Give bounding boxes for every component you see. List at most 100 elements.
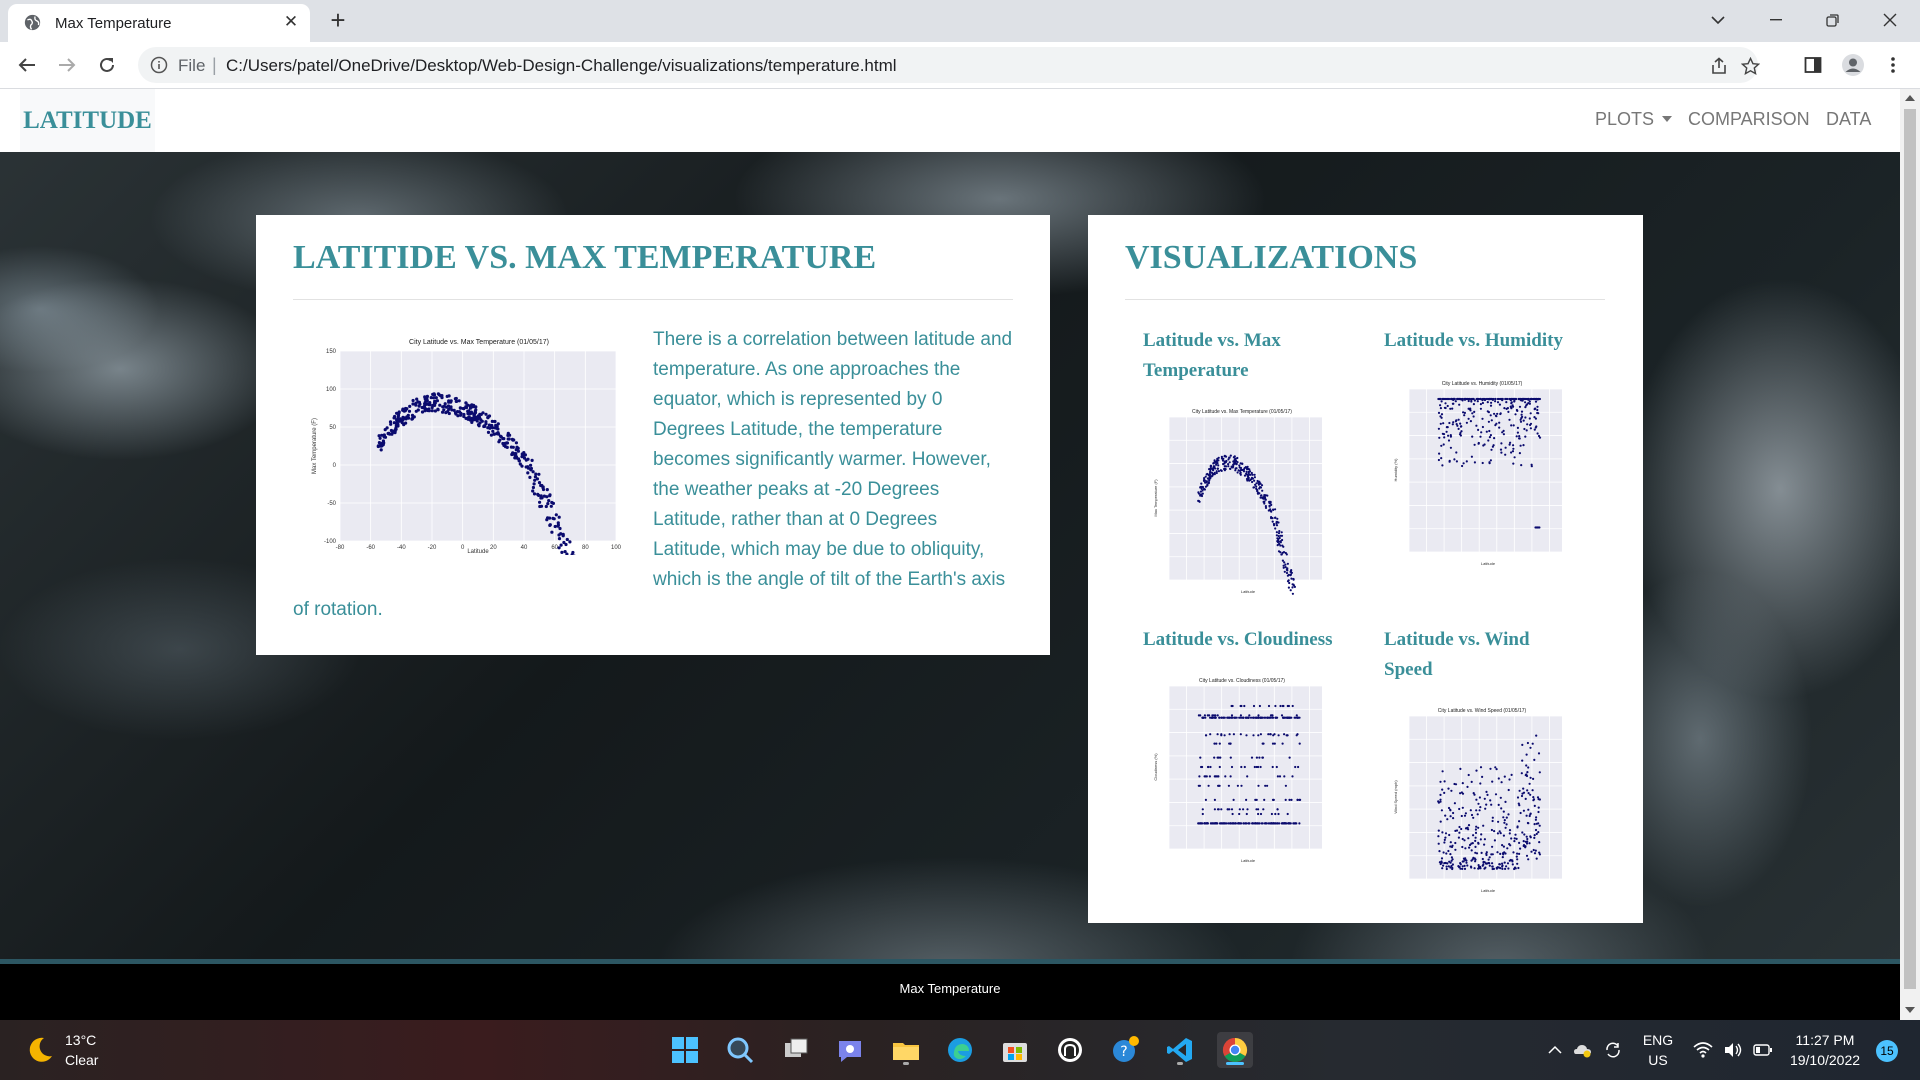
scatter-point [1216,808,1220,811]
scatter-point [1242,468,1245,471]
battery-icon[interactable] [1753,1040,1773,1060]
teams-chat-icon[interactable] [832,1032,868,1068]
scatter-point [1276,716,1279,719]
clock-time[interactable]: 11:27 PM [1780,1032,1870,1048]
region-indicator[interactable]: US [1641,1052,1675,1068]
url-text[interactable]: C:/Users/patel/OneDrive/Desktop/Web-Desi… [226,56,897,76]
scrollbar-thumb[interactable] [1904,109,1916,989]
chrome-icon[interactable] [1217,1032,1253,1068]
thumb-plot-wind-speed[interactable]: City Latitude vs. Wind Speed (01/05/17) … [1392,705,1562,895]
language-indicator[interactable]: ENG [1641,1032,1675,1048]
profile-avatar-icon[interactable] [1840,52,1866,78]
scatter-point [1445,852,1448,855]
file-explorer-icon[interactable] [888,1032,924,1068]
scatter-point [1245,477,1249,481]
search-icon[interactable] [722,1032,758,1068]
scatter-point [1447,434,1450,437]
bookmark-star-icon[interactable] [1739,55,1761,77]
reload-icon[interactable] [92,50,122,80]
scatter-point [1510,424,1513,427]
github-desktop-icon[interactable] [1052,1032,1088,1068]
scatter-point [1471,858,1474,861]
scatter-point [1519,444,1522,447]
thumb-plot-title: City Latitude vs. Wind Speed (01/05/17) [1438,708,1527,714]
forward-arrow-icon[interactable] [52,50,82,80]
scatter-point [1504,852,1507,855]
show-hidden-icons-chevron-icon[interactable] [1545,1040,1565,1060]
wifi-icon[interactable] [1693,1040,1713,1060]
share-icon[interactable] [1708,55,1730,77]
edge-icon[interactable] [942,1032,978,1068]
scatter-point [1250,756,1254,759]
volume-icon[interactable] [1723,1040,1743,1060]
scatter-point [1488,856,1491,859]
menu-dots-icon[interactable] [1880,52,1906,78]
scatter-point [1503,819,1506,822]
scatter-point [1264,498,1267,501]
microsoft-store-icon[interactable] [997,1032,1033,1068]
scatter-point [1286,812,1289,816]
thumb-title-wind-speed[interactable]: Latitude vs. Wind Speed [1384,625,1564,685]
thumb-title-humidity[interactable]: Latitude vs. Humidity [1384,326,1604,356]
weather-temperature[interactable]: 13°C [65,1032,96,1048]
scatter-point [1514,413,1517,416]
caret-down-icon [1662,116,1673,122]
back-arrow-icon[interactable] [12,50,42,80]
notification-count-badge[interactable]: 15 [1876,1040,1898,1062]
scatter-point [1438,452,1441,455]
moon-weather-icon[interactable] [24,1034,56,1066]
new-tab-button[interactable]: + [324,7,352,35]
weather-condition[interactable]: Clear [65,1052,98,1068]
navbar-brand[interactable]: LATITUDE [20,89,155,152]
close-window-icon[interactable] [1876,8,1904,32]
scatter-point [1252,704,1256,708]
scatter-point [1477,841,1480,844]
scatter-point [1496,851,1499,854]
scatter-point [1220,734,1223,737]
tab-search-icon[interactable] [1704,8,1732,32]
scatter-point [1229,467,1232,470]
onedrive-icon[interactable] [1573,1040,1593,1060]
nav-data-link[interactable]: DATA [1826,109,1871,130]
side-panel-icon[interactable] [1800,52,1826,78]
scatter-point [1471,435,1474,438]
vscode-icon[interactable] [1162,1032,1198,1068]
thumb-plot-cloudiness[interactable]: City Latitude vs. Cloudiness (01/05/17) … [1152,675,1322,865]
scatter-point [1444,402,1447,405]
minimize-icon[interactable] [1762,8,1790,32]
scatter-point [1469,865,1473,868]
tab-close-icon[interactable]: ✕ [280,11,302,33]
page-scrollbar[interactable] [1900,89,1920,1020]
scatter-point [1504,867,1507,870]
scatter-point [1450,859,1453,862]
info-icon[interactable] [150,56,168,74]
browser-tab[interactable]: Max Temperature ✕ [8,4,310,42]
scatter-point [1236,784,1239,787]
nav-comparison-link[interactable]: COMPARISON [1688,109,1810,130]
scroll-down-arrow-icon[interactable] [1905,1007,1915,1013]
scatter-point [1530,465,1533,468]
thumb-plot-humidity[interactable]: City Latitude vs. Humidity (01/05/17) La… [1392,378,1562,568]
scatter-point [1439,793,1442,796]
clock-date[interactable]: 19/10/2022 [1780,1052,1870,1068]
thumb-plot-max-temp[interactable]: City Latitude vs. Max Temperature (01/05… [1152,406,1322,596]
scroll-up-arrow-icon[interactable] [1905,95,1915,101]
scatter-point [1467,837,1470,840]
scatter-point [1275,521,1278,524]
scatter-point [1269,500,1272,503]
task-view-icon[interactable] [778,1032,814,1068]
get-help-icon[interactable]: ? [1107,1032,1143,1068]
scatter-point [1536,405,1539,408]
scatter-point [1499,412,1502,415]
sync-icon[interactable] [1603,1040,1623,1060]
windows-start-icon[interactable] [667,1032,703,1068]
address-bar[interactable]: File | C:/Users/patel/OneDrive/Desktop/W… [138,47,1761,83]
nav-plots-dropdown[interactable]: PLOTS [1595,109,1673,130]
scatter-point [1470,813,1474,817]
thumb-title-cloudiness[interactable]: Latitude vs. Cloudiness [1143,625,1363,655]
thumb-y-axis-label: Wind Speed (mph) [1393,780,1398,814]
scatter-point [1437,800,1440,803]
restore-icon[interactable] [1818,8,1846,32]
thumb-title-max-temp[interactable]: Latitude vs. Max Temperature [1143,326,1323,386]
scatter-point [1502,810,1505,813]
